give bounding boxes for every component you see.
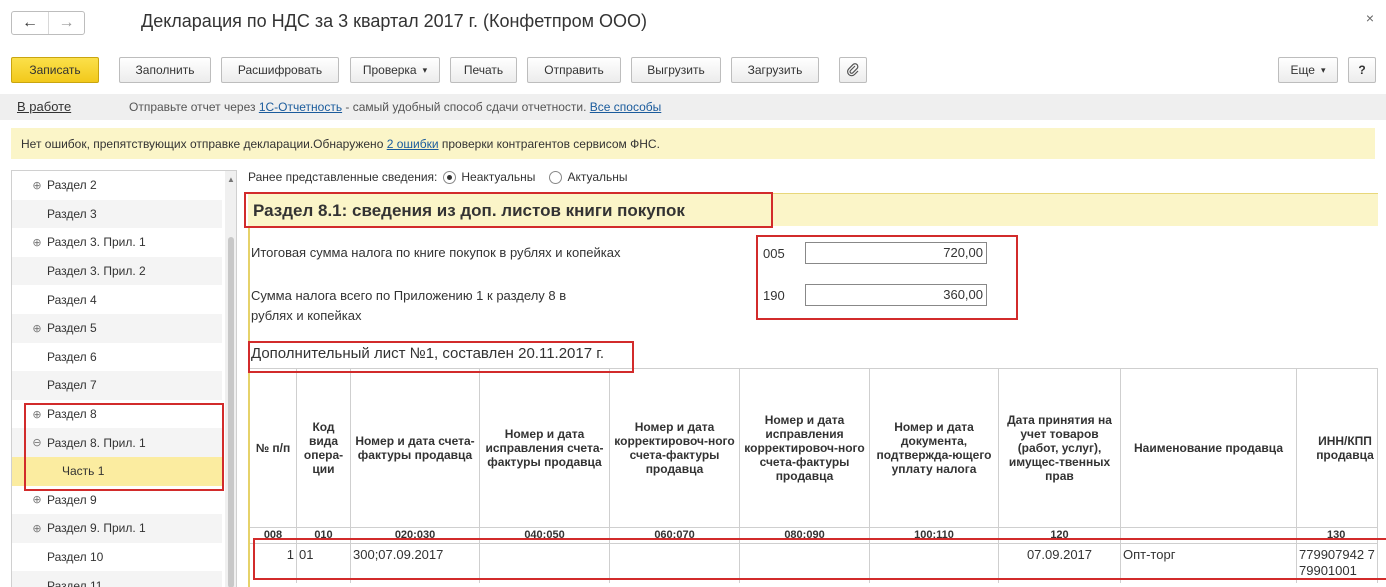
prev-info-label: Ранее представленные сведения: [248,170,438,184]
col-header-invoice-fix: Номер и дата исправления счета-фактуры п… [480,368,610,527]
highlight-box-data-row [253,538,1386,580]
radio-actual-label[interactable]: Актуальны [567,170,627,184]
print-button[interactable]: Печать [450,57,517,83]
tree-item-razdel-4[interactable]: Раздел 4 [12,285,222,314]
sections-tree: ⊕ Раздел 2 Раздел 3 ⊕ Раздел 3. Прил. 1 Ра… [11,170,237,587]
col-header-accept-date: Дата принятия на учет товаров (работ, ус… [999,368,1121,527]
col-header-corr-invoice: Номер и дата корректировоч-ного счета-фа… [610,368,740,527]
send-button[interactable]: Отправить [527,57,621,83]
chevron-down-icon: ▾ [422,64,428,75]
tree-item-razdel-11[interactable]: Раздел 11 [12,571,222,587]
tree-item-label: Раздел 9 [47,492,97,507]
nav-buttons: ← → [11,11,85,35]
tree-item-label: Раздел 10 [47,550,104,565]
tree-item-label: Раздел 7 [47,378,97,393]
status-hint: Отправьте отчет через 1С-Отчетность - са… [129,100,661,114]
expand-plus-icon[interactable]: ⊕ [31,322,43,335]
expand-plus-icon[interactable]: ⊕ [31,236,43,249]
hint-middle: - самый удобный способ сдачи отчетности. [342,100,590,114]
save-button[interactable]: Записать [11,57,99,83]
errors-link[interactable]: 2 ошибки [387,137,439,151]
status-line: В работе Отправьте отчет через 1С-Отчетн… [0,94,1386,120]
tree-item-label: Раздел 6 [47,349,97,364]
col-header-seller-inn: ИНН/КПП продавца [1297,368,1378,527]
highlight-box-tree [24,403,224,491]
hint-prefix: Отправьте отчет через [129,100,259,114]
tree-item-label: Раздел 3. Прил. 2 [47,264,146,279]
banner-prefix: Нет ошибок, препятствующих отправке декл… [21,137,387,151]
check-result-banner: Нет ошибок, препятствующих отправке декл… [11,128,1375,159]
col-header-seller-name: Наименование продавца [1121,368,1297,527]
decode-button[interactable]: Расшифровать [221,57,339,83]
tree-item-label: Раздел 2 [47,178,97,193]
tree-item-razdel-2[interactable]: ⊕ Раздел 2 [12,171,222,200]
status-link[interactable]: В работе [17,99,71,114]
tree-item-razdel-7[interactable]: Раздел 7 [12,371,222,400]
tree-item-label: Раздел 9. Прил. 1 [47,521,146,536]
col-header-num: № п/п [250,368,297,527]
check-button-label: Проверка [362,63,417,77]
tree-item-razdel-3[interactable]: Раздел 3 [12,199,222,229]
chevron-down-icon: ▾ [1320,64,1326,75]
total-tax-label: Итоговая сумма налога по книге покупок в… [251,245,621,260]
import-button[interactable]: Загрузить [731,57,819,83]
tree-scrollbar[interactable]: ▲ [225,171,236,587]
expand-plus-icon[interactable]: ⊕ [31,493,43,506]
tree-item-label: Раздел 11 [47,578,103,587]
highlight-box-values [756,235,1018,320]
col-header-corr-invoice-fix: Номер и дата исправления корректировоч-н… [740,368,870,527]
forward-arrow-icon[interactable]: → [48,12,84,34]
radio-nonactual[interactable] [443,170,457,184]
help-button[interactable]: ? [1348,57,1376,83]
toolbar: Записать Заполнить Расшифровать Проверка… [0,57,1386,85]
radio-selected-dot [447,174,453,180]
form-panel: Ранее представленные сведения: Неактуаль… [248,165,1386,587]
col-header-payment-doc: Номер и дата документа, подтвержда-ющего… [870,368,999,527]
all-methods-link[interactable]: Все способы [590,100,662,114]
prev-info-radio-group: Ранее представленные сведения: Неактуаль… [248,170,628,184]
app-tax-label-line2: рублях и копейках [251,308,362,323]
tree-item-label: Раздел 4 [47,292,97,307]
highlight-box-sheet-title [248,341,634,373]
tree-item-label: Раздел 3. Прил. 1 [47,235,146,250]
tree-item-razdel-3-pril-2[interactable]: Раздел 3. Прил. 2 [12,256,222,286]
check-dropdown-button[interactable]: Проверка ▾ [350,57,440,83]
fill-button[interactable]: Заполнить [119,57,211,83]
radio-nonactual-label[interactable]: Неактуальны [461,170,535,184]
app-tax-label-line1: Сумма налога всего по Приложению 1 к раз… [251,288,567,303]
window-title: Декларация по НДС за 3 квартал 2017 г. (… [141,11,648,31]
scrollbar-thumb[interactable] [228,237,234,587]
col-header-op-code: Код вида опера-ции [297,368,351,527]
tree-item-label: Раздел 3 [47,206,97,221]
export-button[interactable]: Выгрузить [631,57,721,83]
scroll-up-icon[interactable]: ▲ [227,175,235,184]
back-arrow-icon[interactable]: ← [12,12,48,34]
tree-item-razdel-5[interactable]: ⊕ Раздел 5 [12,314,222,343]
tree-item-razdel-6[interactable]: Раздел 6 [12,343,222,372]
tree-item-razdel-9-pril-1[interactable]: ⊕ Раздел 9. Прил. 1 [12,514,222,543]
tree-item-razdel-10[interactable]: Раздел 10 [12,543,222,572]
tree-item-razdel-3-pril-1[interactable]: ⊕ Раздел 3. Прил. 1 [12,228,222,257]
banner-suffix: проверки контрагентов сервисом ФНС. [438,137,660,151]
title-bar: ← → Декларация по НДС за 3 квартал 2017 … [0,0,1386,48]
1c-reporting-link[interactable]: 1С-Отчетность [259,100,342,114]
expand-plus-icon[interactable]: ⊕ [31,522,43,535]
expand-plus-icon[interactable]: ⊕ [31,179,43,192]
radio-actual[interactable] [549,170,563,184]
more-button-label: Еще [1290,63,1315,77]
highlight-box-section-title [244,192,773,228]
tree-item-label: Раздел 5 [47,321,97,336]
more-dropdown-button[interactable]: Еще ▾ [1278,57,1338,83]
paperclip-icon[interactable] [839,57,867,83]
banner-text: Нет ошибок, препятствующих отправке декл… [21,137,660,151]
col-header-invoice: Номер и дата счета-фактуры продавца [351,368,480,527]
paperclip-glyph [847,63,859,77]
close-icon[interactable]: × [1366,10,1374,26]
